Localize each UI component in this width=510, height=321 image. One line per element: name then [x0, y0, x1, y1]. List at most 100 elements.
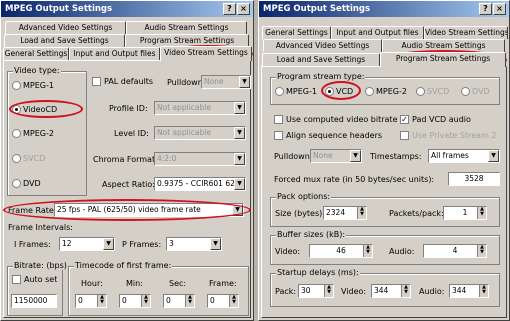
radio-svcd[interactable]: SVCD: [12, 154, 45, 163]
select-value: 3: [169, 239, 174, 248]
chevron-down-icon: ▼: [234, 153, 245, 165]
spinner-arrows-icon: ▲ ▼: [479, 285, 488, 297]
spinner-value: 4: [452, 246, 458, 255]
tab-advanced-video-settings[interactable]: Advanced Video Settings: [263, 39, 382, 52]
tab-audio-stream-settings[interactable]: Audio Stream Settings: [126, 21, 247, 34]
radio-circle: [12, 179, 21, 188]
spinner-value: 344: [452, 286, 467, 295]
radio-circle: [12, 154, 21, 163]
pad-vcd-audio-checkbox[interactable]: ✓ Pad VCD audio: [400, 115, 471, 124]
bitrate-input[interactable]: 1150000: [11, 294, 57, 308]
help-button[interactable]: ?: [479, 3, 492, 15]
use-private-stream-checkbox[interactable]: Use Private Stream 2: [400, 131, 497, 140]
tc-sec-spinner[interactable]: 0 ▲ ▼: [163, 294, 195, 308]
packets-per-pack-spinner[interactable]: 1 ▲ ▼: [443, 206, 487, 220]
radio-circle: [461, 87, 470, 96]
window-title: MPEG Output Settings: [263, 4, 371, 14]
buffer-audio-label: Audio:: [389, 247, 415, 256]
close-button[interactable]: ×: [237, 3, 250, 15]
tc-frame-label: Frame:: [209, 279, 237, 288]
tab-load-and-save-settings[interactable]: Load and Save Settings: [262, 53, 380, 66]
tab-general-settings[interactable]: General Settings: [3, 47, 69, 60]
tab-audio-stream-settings[interactable]: Audio Stream Settings: [382, 39, 505, 52]
pack-options-group: Pack options: Size (bytes): 2324 ▲ ▼ Packe…: [270, 192, 500, 227]
radio-videocd[interactable]: VideoCD: [12, 105, 57, 114]
checkbox-label: Use Private Stream 2: [412, 131, 497, 140]
checkbox-label: Use computed video bitrate: [286, 115, 398, 124]
tc-frame-spinner[interactable]: 0 ▲ ▼: [207, 294, 239, 308]
select-value: Not applicable: [157, 103, 211, 112]
chevron-down-icon: ▼: [239, 76, 250, 88]
spinner-arrows-icon: ▲ ▼: [363, 245, 372, 257]
select-value: Not applicable: [157, 128, 211, 137]
chroma-format-select[interactable]: 4:2:0 ▼: [154, 152, 246, 166]
profile-id-select[interactable]: Not applicable ▼: [154, 101, 246, 115]
checkbox-box: ✓: [400, 115, 409, 124]
select-value: 25 fps - PAL (625/50) video frame rate: [57, 205, 201, 214]
level-id-label: Level ID:: [114, 129, 149, 138]
timestamps-label: Timestamps:: [370, 152, 422, 161]
i-frames-select[interactable]: 12 ▼: [59, 237, 115, 251]
level-id-select[interactable]: Not applicable ▼: [154, 126, 246, 140]
size-spinner[interactable]: 2324 ▲ ▼: [323, 206, 367, 220]
pal-defaults-checkbox[interactable]: PAL defaults: [92, 77, 153, 86]
spinner-arrows-icon: ▲ ▼: [324, 285, 333, 297]
checkbox-box: [274, 115, 283, 124]
audio-delay-spinner[interactable]: 344 ▲ ▼: [449, 284, 489, 298]
radio-mpeg2[interactable]: MPEG-2: [12, 129, 54, 138]
use-computed-bitrate-checkbox[interactable]: Use computed video bitrate: [274, 115, 397, 124]
pack-options-label: Pack options:: [276, 192, 332, 201]
tc-min-spinner[interactable]: 0 ▲ ▼: [119, 294, 151, 308]
buffer-audio-spinner[interactable]: 4 ▲ ▼: [423, 244, 487, 258]
startup-delays-label: Startup delays (ms):: [276, 268, 360, 277]
tc-hour-spinner[interactable]: 0 ▲ ▼: [75, 294, 107, 308]
tab-video-stream-settings[interactable]: Video Stream Settings: [160, 46, 252, 61]
tc-hour-label: Hour:: [81, 279, 103, 288]
window-title: MPEG Output Settings: [5, 4, 113, 14]
spinner-arrows-icon: ▲ ▼: [229, 295, 238, 307]
pulldown-select[interactable]: None ▼: [201, 75, 251, 89]
aspect-ratio-select[interactable]: 0.9375 - CCIR601 62 ▼: [154, 177, 246, 191]
buffer-video-spinner[interactable]: 46 ▲ ▼: [309, 244, 373, 258]
forced-mux-rate-input[interactable]: 3528: [448, 172, 500, 186]
spinner-arrows-icon: ▲ ▼: [401, 285, 410, 297]
tab-advanced-video-settings[interactable]: Advanced Video Settings: [5, 21, 126, 34]
radio-mpeg2[interactable]: MPEG-2: [365, 87, 407, 96]
radio-mpeg1[interactable]: MPEG-1: [12, 81, 54, 90]
checkbox-box: [92, 77, 101, 86]
checkbox-box: [12, 275, 21, 284]
align-sequence-headers-checkbox[interactable]: Align sequence headers: [274, 131, 382, 140]
checkbox-label: Pad VCD audio: [412, 115, 471, 124]
tab-input-and-output-files[interactable]: Input and Output files: [331, 26, 424, 39]
spinner-value: 2324: [326, 208, 346, 217]
tab-program-stream-settings[interactable]: Program Stream Settings: [380, 52, 506, 67]
timestamps-select[interactable]: All frames ▼: [428, 149, 500, 163]
tab-general-settings[interactable]: General Settings: [262, 26, 331, 39]
mpeg-output-settings-window-right: MPEG Output Settings ? × General Setting…: [258, 0, 510, 321]
chevron-down-icon: ▼: [488, 150, 499, 162]
buffer-video-label: Video:: [275, 247, 301, 256]
pulldown-select[interactable]: None ▼: [310, 149, 362, 163]
auto-set-checkbox[interactable]: Auto set: [12, 275, 57, 284]
radio-label: DVD: [23, 179, 41, 188]
radio-mpeg1[interactable]: MPEG-1: [275, 87, 317, 96]
video-delay-spinner[interactable]: 344 ▲ ▼: [371, 284, 411, 298]
tab-load-and-save-settings[interactable]: Load and Save Settings: [4, 34, 125, 47]
radio-dvd[interactable]: DVD: [12, 179, 41, 188]
pack-delay-spinner[interactable]: 30 ▲ ▼: [298, 284, 334, 298]
tab-video-stream-settings[interactable]: Video Stream Settings: [424, 26, 508, 39]
p-frames-select[interactable]: 3 ▼: [166, 237, 222, 251]
spinner-value: 0: [166, 296, 171, 305]
select-value: 12: [62, 239, 72, 248]
tab-input-and-output-files[interactable]: Input and Output files: [69, 47, 160, 60]
radio-vcd[interactable]: VCD: [325, 87, 353, 96]
radio-svcd[interactable]: SVCD: [416, 87, 449, 96]
close-button[interactable]: ×: [493, 3, 506, 15]
radio-dvd[interactable]: DVD: [461, 87, 490, 96]
radio-label: DVD: [472, 87, 490, 96]
radio-label: SVCD: [427, 87, 450, 96]
frame-rate-select[interactable]: 25 fps - PAL (625/50) video frame rate ▼: [54, 203, 244, 217]
pulldown-label: Pulldown:: [167, 78, 206, 87]
timecode-group: Timecode of first frame: Hour: Min: Sec:…: [68, 261, 249, 316]
help-button[interactable]: ?: [223, 3, 236, 15]
